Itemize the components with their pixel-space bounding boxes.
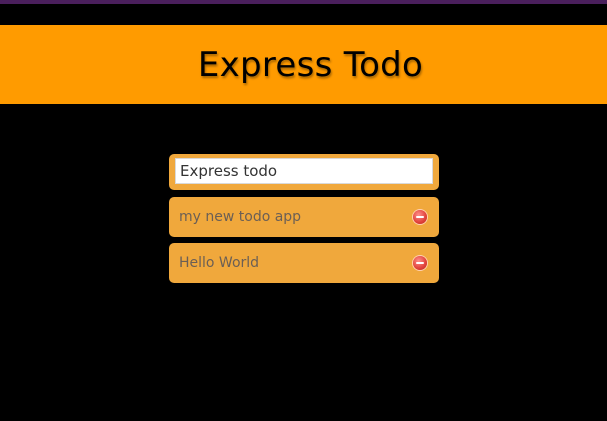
todo-item[interactable]: my new todo app: [169, 197, 439, 237]
delete-icon[interactable]: [413, 210, 427, 224]
new-todo-form: [169, 154, 439, 190]
new-todo-input[interactable]: [175, 158, 433, 184]
todo-text: my new todo app: [179, 209, 302, 225]
top-strip: [0, 0, 607, 4]
app-title: Express Todo: [197, 44, 424, 85]
todo-item[interactable]: Hello World: [169, 243, 439, 283]
todo-container: my new todo app Hello World: [169, 154, 439, 283]
app-header: Express Todo: [0, 25, 607, 104]
delete-icon[interactable]: [413, 256, 427, 270]
todo-text: Hello World: [179, 255, 260, 271]
